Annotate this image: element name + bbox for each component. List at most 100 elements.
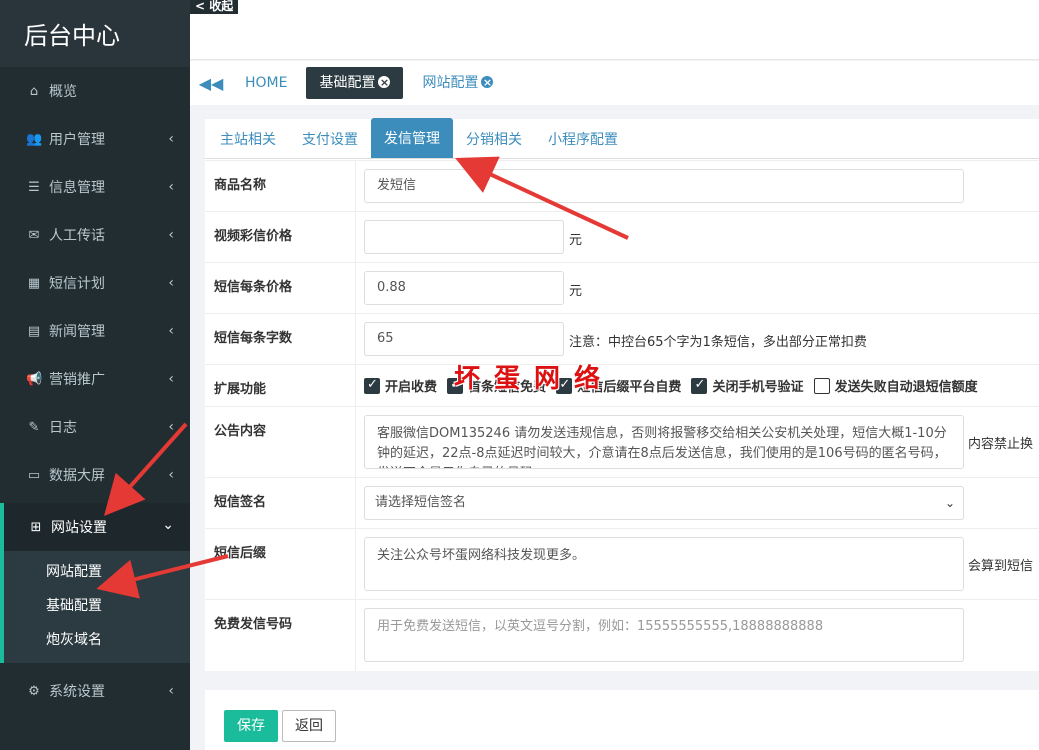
chevron-left-icon: ‹	[168, 227, 174, 243]
subtab-distribution[interactable]: 分销相关	[453, 119, 535, 158]
field-label: 视频彩信价格	[205, 212, 356, 262]
placeholder-text: 用于免费发送短信，以英文逗号分割，例如：15555555555,18888888…	[377, 619, 824, 634]
calendar-icon: ▦	[27, 275, 41, 291]
sidebar-item-label: 数据大屏	[49, 468, 105, 484]
screen-icon: ▭	[27, 467, 41, 483]
users-icon: 👥	[26, 131, 43, 147]
checkbox-auto-refund[interactable]: 发送失败自动退短信额度	[813, 376, 978, 395]
collapse-button[interactable]: < 收起	[190, 0, 239, 14]
sidebar-item-news[interactable]: ▤ 新闻管理 ‹	[0, 307, 190, 355]
free-numbers-textarea[interactable]: 用于免费发送短信，以英文逗号分割，例如：15555555555,18888888…	[364, 608, 964, 662]
sidebar-item-label: 营销推广	[49, 372, 105, 388]
mms-price-input[interactable]	[364, 220, 564, 254]
tab-basic-config[interactable]: 基础配置	[306, 67, 404, 99]
sidebar-item-users[interactable]: 👥 用户管理 ‹	[0, 115, 190, 163]
sub-tabs: 主站相关 支付设置 发信管理 分销相关 小程序配置	[205, 118, 1039, 159]
back-button[interactable]: 返回	[282, 710, 336, 742]
sms-chars-input[interactable]: 65	[364, 322, 564, 356]
checkbox-label: 开启收费	[385, 380, 438, 395]
chevron-left-icon: ‹	[168, 275, 174, 291]
subtab-miniprogram[interactable]: 小程序配置	[535, 119, 631, 158]
sidebar-item-label: 日志	[49, 420, 77, 436]
signature-select[interactable]: 请选择短信签名 ⌄	[364, 486, 964, 520]
tab-home[interactable]: HOME	[232, 67, 300, 99]
field-label: 短信签名	[205, 478, 356, 528]
submenu-item-site-config[interactable]: 网站配置	[4, 555, 190, 589]
chevron-left-icon: ‹	[168, 371, 174, 387]
sitemap-icon: ⊞	[30, 519, 42, 535]
subtab-payment[interactable]: 支付设置	[289, 119, 371, 158]
notice-textarea[interactable]: 客服微信DOM135246 请勿发送违规信息，否则将报警移交给相关公安机关处理，…	[364, 415, 964, 469]
checkbox-label: 发送失败自动退短信额度	[834, 380, 978, 395]
form-row-product-name: 商品名称 发短信	[205, 160, 1039, 211]
checkbox-label: 关闭手机号验证	[712, 380, 804, 395]
form-row-extensions: 扩展功能 开启收费 首条短信免费 短信后缀平台自费 关闭手机号验证 发送失败自动…	[205, 364, 1039, 406]
checkbox-enable-charge[interactable]: 开启收费	[364, 376, 437, 395]
tab-bar: ◀◀ HOME 基础配置 网站配置	[190, 61, 1039, 105]
chevron-left-icon: ‹	[168, 683, 174, 699]
tab-label: HOME	[245, 75, 288, 91]
tab-label: 网站配置	[422, 75, 479, 91]
sidebar-item-label: 系统设置	[49, 684, 105, 700]
form-row-notice: 公告内容 客服微信DOM135246 请勿发送违规信息，否则将报警移交给相关公安…	[205, 406, 1039, 477]
suffix-textarea[interactable]: 关注公众号坏蛋网络科技发现更多。	[364, 537, 964, 591]
sidebar-item-label: 用户管理	[49, 132, 105, 148]
checkbox-disable-phone-verify[interactable]: 关闭手机号验证	[691, 376, 803, 395]
sidebar-item-label: 新闻管理	[49, 324, 105, 340]
sms-price-input[interactable]: 0.88	[364, 271, 564, 305]
sidebar-item-site-settings[interactable]: ⊞ 网站设置 ⌄	[0, 503, 190, 551]
chevron-down-icon: ⌄	[162, 517, 174, 533]
sidebar-item-marketing[interactable]: 📢 营销推广 ‹	[0, 355, 190, 403]
form-row-signature: 短信签名 请选择短信签名 ⌄	[205, 477, 1039, 528]
unit-label: 元	[569, 233, 583, 248]
close-icon[interactable]	[481, 67, 494, 99]
tab-site-config[interactable]: 网站配置	[409, 67, 506, 99]
submenu-item-cannon-domain[interactable]: 炮灰域名	[4, 623, 190, 657]
chevron-left-icon: ‹	[168, 131, 174, 147]
sidebar-item-label: 概览	[49, 84, 77, 100]
save-button[interactable]: 保存	[224, 710, 278, 742]
close-icon[interactable]	[378, 67, 391, 99]
subtab-messaging[interactable]: 发信管理	[371, 118, 453, 158]
double-left-arrow-icon[interactable]: ◀◀	[190, 74, 232, 93]
field-label: 扩展功能	[205, 365, 356, 406]
unit-label: 元	[569, 284, 583, 299]
sidebar-item-label: 短信计划	[49, 276, 105, 292]
field-label: 商品名称	[205, 161, 356, 211]
field-label: 免费发信号码	[205, 600, 356, 671]
sidebar-item-manual[interactable]: ✉ 人工传话 ‹	[0, 211, 190, 259]
sidebar-item-sms-plan[interactable]: ▦ 短信计划 ‹	[0, 259, 190, 307]
sidebar-item-label: 人工传话	[49, 228, 105, 244]
submenu-item-basic-config[interactable]: 基础配置	[4, 589, 190, 623]
subtab-main-site[interactable]: 主站相关	[207, 119, 289, 158]
notice-note: 内容禁止换	[968, 437, 1034, 452]
form-row-suffix: 短信后缀 关注公众号坏蛋网络科技发现更多。 会算到短信	[205, 528, 1039, 599]
form-row-sms-chars: 短信每条字数 65 注意：中控台65个字为1条短信，多出部分正常扣费	[205, 313, 1039, 364]
chevron-down-icon: ⌄	[944, 496, 955, 510]
field-label: 公告内容	[205, 407, 356, 477]
sidebar-item-label: 网站设置	[51, 520, 107, 536]
sidebar-submenu: 网站配置 基础配置 炮灰域名	[0, 551, 190, 663]
chevron-left-icon: ‹	[168, 179, 174, 195]
checkbox-box[interactable]	[813, 377, 830, 394]
chevron-left-icon: ‹	[168, 323, 174, 339]
sms-chars-note: 注意：中控台65个字为1条短信，多出部分正常扣费	[569, 335, 867, 350]
sidebar-item-dashboard[interactable]: ▭ 数据大屏 ‹	[0, 451, 190, 499]
sidebar-item-overview[interactable]: ⌂ 概览	[0, 67, 190, 115]
sidebar-item-info[interactable]: ☰ 信息管理 ‹	[0, 163, 190, 211]
checkbox-box[interactable]	[364, 377, 380, 394]
form-row-sms-price: 短信每条价格 0.88 元	[205, 262, 1039, 313]
field-label: 短信每条字数	[205, 314, 356, 364]
brand-title: 后台中心	[0, 0, 190, 67]
sidebar-item-label: 信息管理	[49, 180, 105, 196]
select-value: 请选择短信签名	[375, 495, 467, 510]
sidebar-item-logs[interactable]: ✎ 日志 ‹	[0, 403, 190, 451]
sidebar-item-system-settings[interactable]: ⚙ 系统设置 ‹	[0, 667, 190, 715]
bullhorn-icon: 📢	[26, 371, 43, 387]
watermark: 坏蛋网络	[454, 364, 615, 394]
product-name-input[interactable]: 发短信	[364, 169, 964, 203]
form-row-free-numbers: 免费发信号码 用于免费发送短信，以英文逗号分割，例如：15555555555,1…	[205, 599, 1039, 671]
checkbox-box[interactable]	[691, 377, 708, 394]
chevron-left-icon: ‹	[168, 419, 174, 435]
form-row-mms-price: 视频彩信价格 元	[205, 211, 1039, 262]
